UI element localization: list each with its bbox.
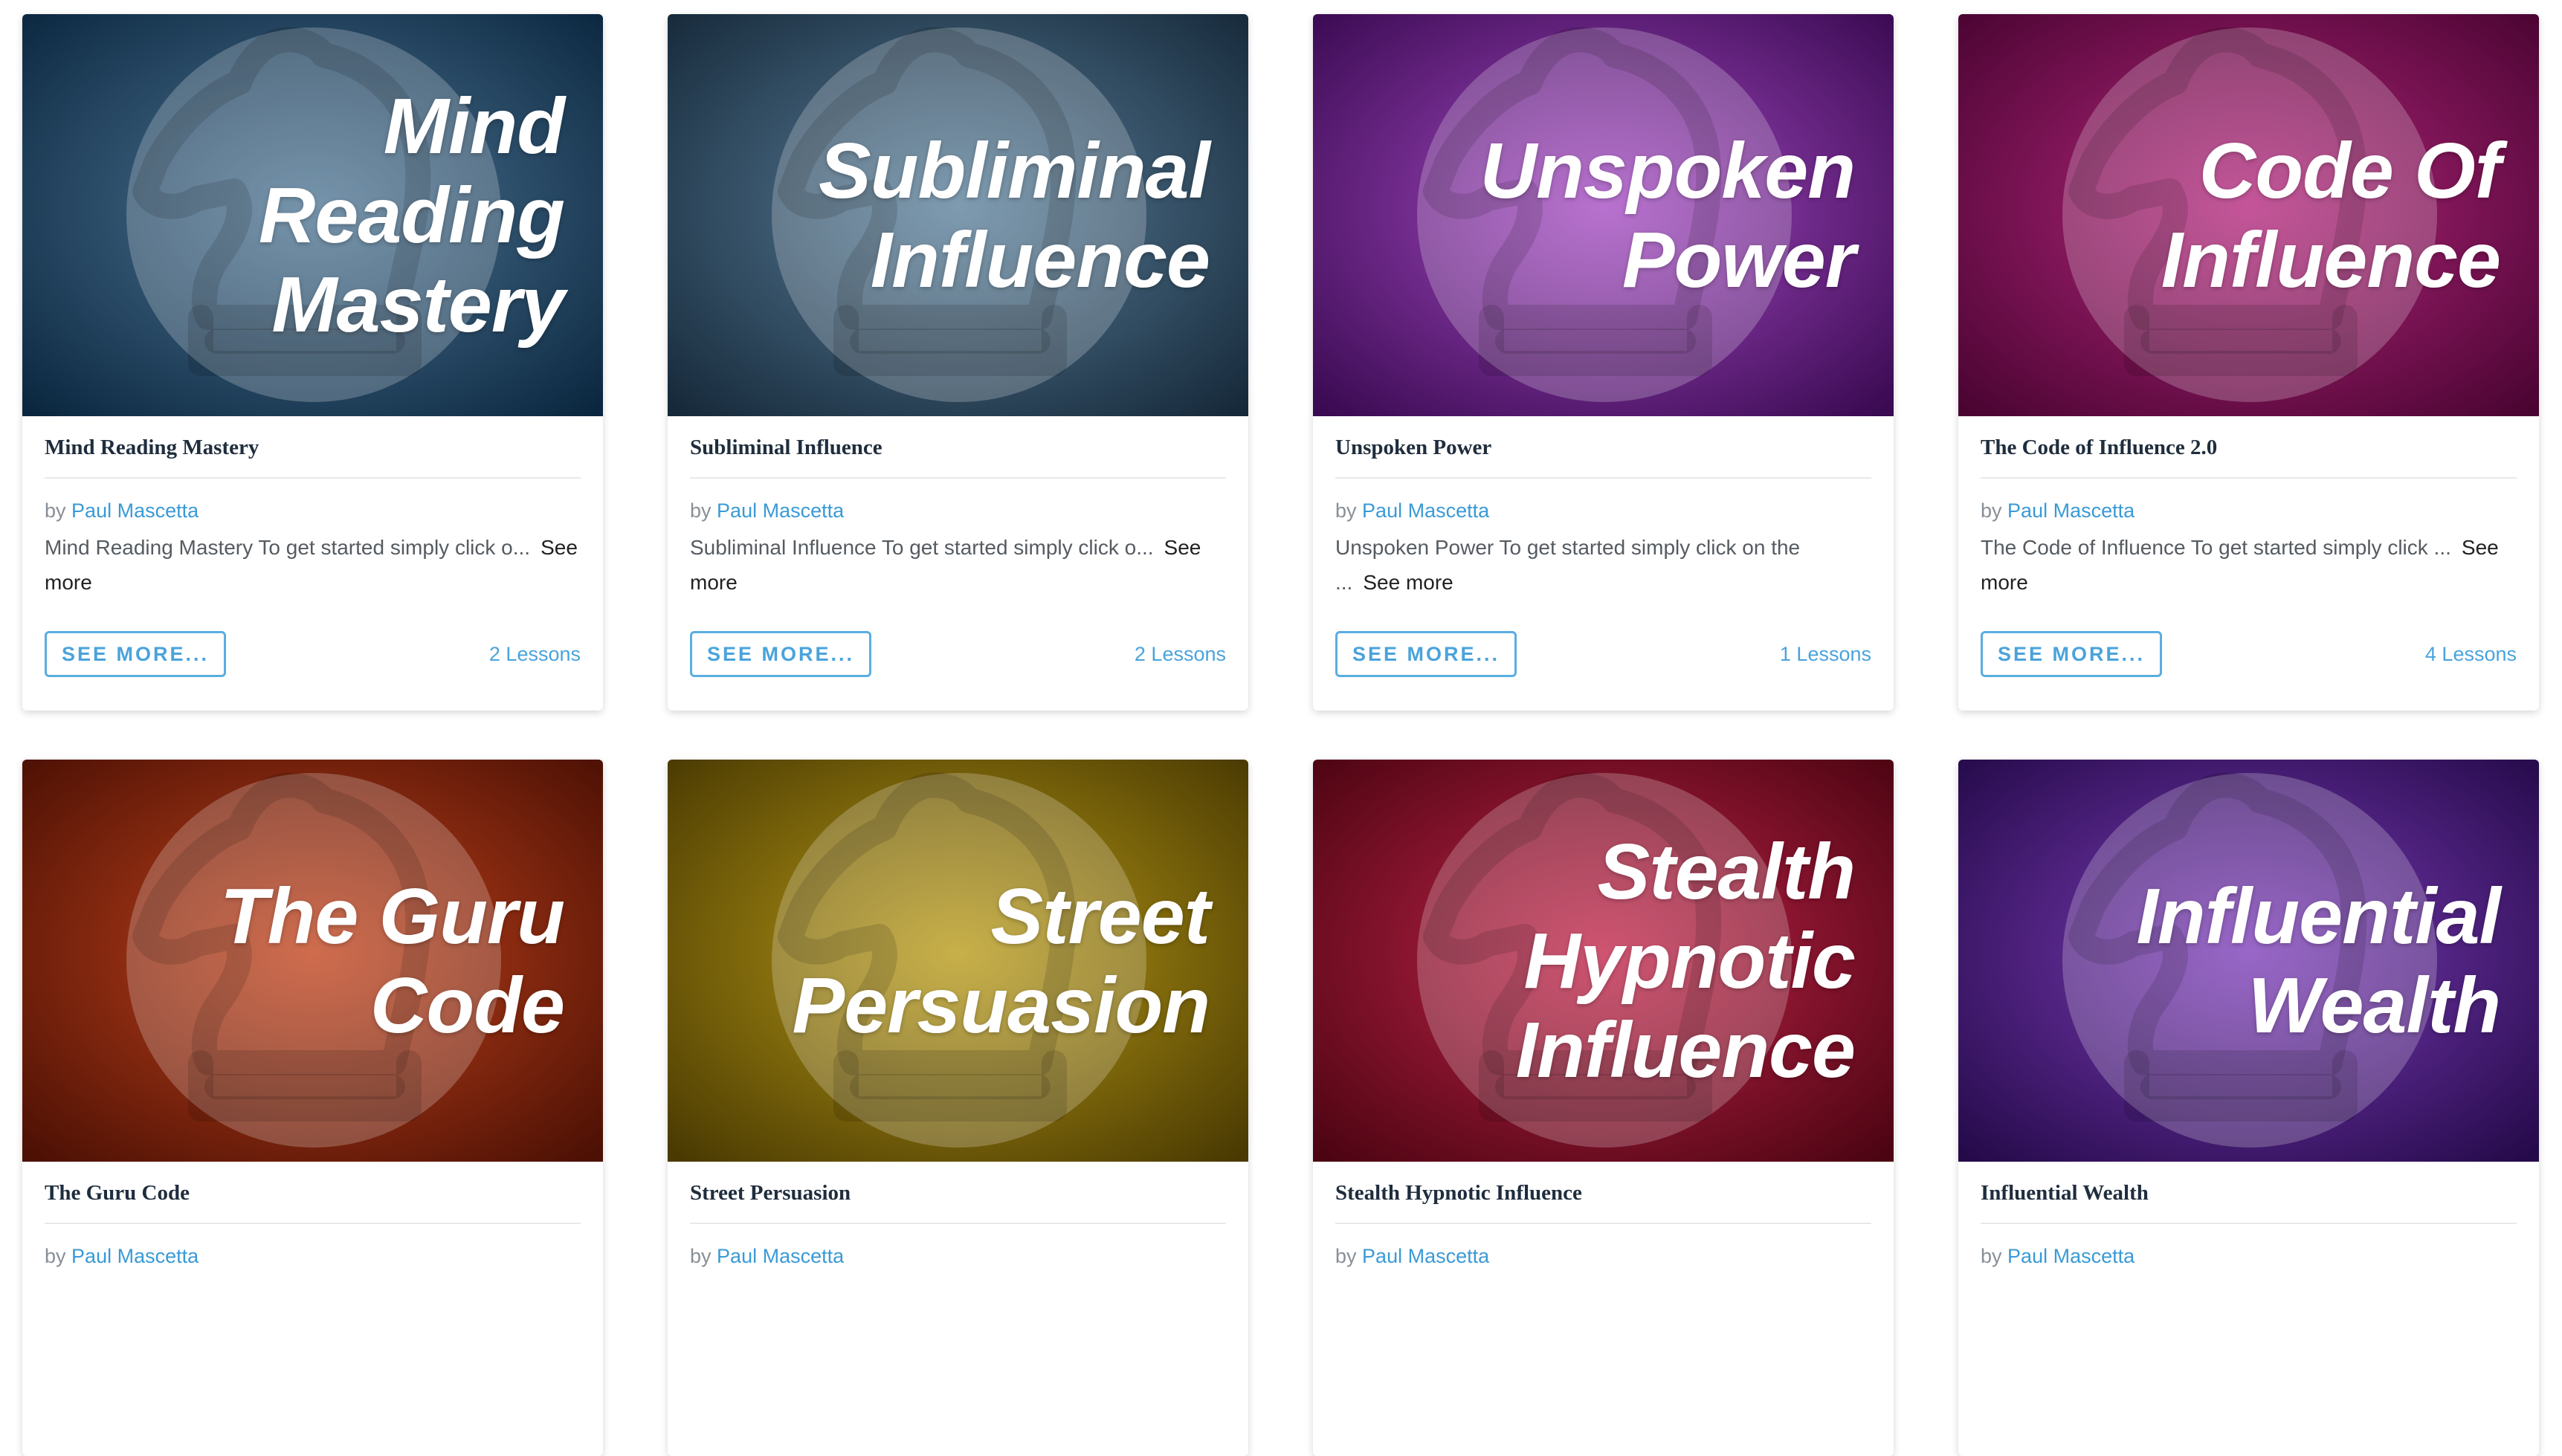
byline: by Paul Mascetta [1981, 499, 2517, 522]
course-cover[interactable]: Influential Wealth [1958, 760, 2539, 1162]
course-excerpt: Unspoken Power To get started simply cli… [1335, 530, 1871, 600]
excerpt-text: Mind Reading Mastery To get started simp… [45, 536, 531, 559]
course-cover[interactable]: The Guru Code [22, 760, 603, 1162]
see-more-button[interactable]: SEE MORE... [1335, 631, 1517, 677]
course-card[interactable]: Influential Wealth Influential Wealth by… [1958, 760, 2539, 1456]
card-body: Mind Reading Mastery by Paul Mascetta Mi… [22, 416, 603, 711]
card-body: The Code of Influence 2.0 by Paul Mascet… [1958, 416, 2539, 711]
course-cover[interactable]: Stealth Hypnotic Influence [1313, 760, 1894, 1162]
by-label: by [1981, 499, 2002, 522]
see-more-button[interactable]: SEE MORE... [690, 631, 871, 677]
card-body: Influential Wealth by Paul Mascetta [1958, 1162, 2539, 1456]
author-link[interactable]: Paul Mascetta [717, 499, 844, 522]
course-title[interactable]: Stealth Hypnotic Influence [1335, 1162, 1871, 1224]
course-title[interactable]: Unspoken Power [1335, 416, 1871, 479]
author-link[interactable]: Paul Mascetta [71, 1245, 199, 1267]
author-link[interactable]: Paul Mascetta [1362, 499, 1489, 522]
card-body: Unspoken Power by Paul Mascetta Unspoken… [1313, 416, 1894, 711]
cover-title-text: Stealth Hypnotic Influence [1515, 827, 1856, 1094]
author-link[interactable]: Paul Mascetta [2007, 499, 2135, 522]
see-more-button[interactable]: SEE MORE... [1981, 631, 2162, 677]
author-link[interactable]: Paul Mascetta [2007, 1245, 2135, 1267]
cover-title-text: Subliminal Influence [819, 126, 1210, 304]
course-cover[interactable]: Code Of Influence [1958, 14, 2539, 416]
lessons-count: 2 Lessons [488, 643, 581, 665]
card-body: Street Persuasion by Paul Mascetta [668, 1162, 1248, 1456]
course-cover[interactable]: Unspoken Power [1313, 14, 1894, 416]
course-title[interactable]: The Guru Code [45, 1162, 581, 1224]
course-excerpt: Subliminal Influence To get started simp… [690, 530, 1225, 600]
card-body: Subliminal Influence by Paul Mascetta Su… [668, 416, 1248, 711]
course-title[interactable]: The Code of Influence 2.0 [1981, 416, 2517, 479]
course-card[interactable]: Subliminal Influence Subliminal Influenc… [668, 14, 1248, 711]
lessons-count: 4 Lessons [2424, 643, 2517, 665]
see-more-button[interactable]: SEE MORE... [45, 631, 226, 677]
lessons-count: 2 Lessons [1134, 643, 1226, 665]
byline: by Paul Mascetta [45, 1245, 581, 1268]
cover-title-text: Code Of Influence [2161, 126, 2501, 304]
lessons-count: 1 Lessons [1779, 643, 1871, 665]
cover-title-text: Influential Wealth [2136, 872, 2501, 1049]
by-label: by [690, 1245, 712, 1267]
byline: by Paul Mascetta [1335, 499, 1871, 522]
cover-title-text: The Guru Code [219, 872, 565, 1049]
author-link[interactable]: Paul Mascetta [71, 499, 199, 522]
course-card[interactable]: The Guru Code The Guru Code by Paul Masc… [22, 760, 603, 1456]
author-link[interactable]: Paul Mascetta [1362, 1245, 1489, 1267]
course-excerpt: The Code of Influence To get started sim… [1981, 530, 2516, 600]
course-grid: Mind Reading Mastery Mind Reading Master… [22, 14, 2540, 1456]
card-body: The Guru Code by Paul Mascetta [22, 1162, 603, 1456]
course-card[interactable]: Stealth Hypnotic Influence Stealth Hypno… [1313, 760, 1894, 1456]
course-title[interactable]: Street Persuasion [690, 1162, 1226, 1224]
course-card[interactable]: Mind Reading Mastery Mind Reading Master… [22, 14, 603, 711]
course-title[interactable]: Subliminal Influence [690, 416, 1226, 479]
course-excerpt: Mind Reading Mastery To get started simp… [45, 530, 580, 600]
course-card[interactable]: Street Persuasion Street Persuasion by P… [668, 760, 1248, 1456]
by-label: by [1981, 1245, 2002, 1267]
course-card[interactable]: Code Of Influence The Code of Influence … [1958, 14, 2539, 711]
by-label: by [1335, 499, 1357, 522]
byline: by Paul Mascetta [45, 499, 581, 522]
author-link[interactable]: Paul Mascetta [717, 1245, 844, 1267]
cover-title-text: Unspoken Power [1480, 126, 1856, 304]
see-more-link[interactable]: See more [1363, 571, 1453, 594]
byline: by Paul Mascetta [1335, 1245, 1871, 1268]
course-title[interactable]: Mind Reading Mastery [45, 416, 581, 479]
excerpt-text: Subliminal Influence To get started simp… [690, 536, 1154, 559]
cover-title-text: Street Persuasion [792, 872, 1210, 1049]
by-label: by [45, 1245, 66, 1267]
byline: by Paul Mascetta [690, 1245, 1226, 1268]
byline: by Paul Mascetta [690, 499, 1226, 522]
card-body: Stealth Hypnotic Influence by Paul Masce… [1313, 1162, 1894, 1456]
course-cover[interactable]: Mind Reading Mastery [22, 14, 603, 416]
course-cover[interactable]: Street Persuasion [668, 760, 1248, 1162]
course-cover[interactable]: Subliminal Influence [668, 14, 1248, 416]
by-label: by [45, 499, 66, 522]
by-label: by [690, 499, 712, 522]
by-label: by [1335, 1245, 1357, 1267]
excerpt-text: The Code of Influence To get started sim… [1981, 536, 2451, 559]
cover-title-text: Mind Reading Mastery [258, 82, 565, 349]
course-card[interactable]: Unspoken Power Unspoken Power by Paul Ma… [1313, 14, 1894, 711]
byline: by Paul Mascetta [1981, 1245, 2517, 1268]
course-title[interactable]: Influential Wealth [1981, 1162, 2517, 1224]
